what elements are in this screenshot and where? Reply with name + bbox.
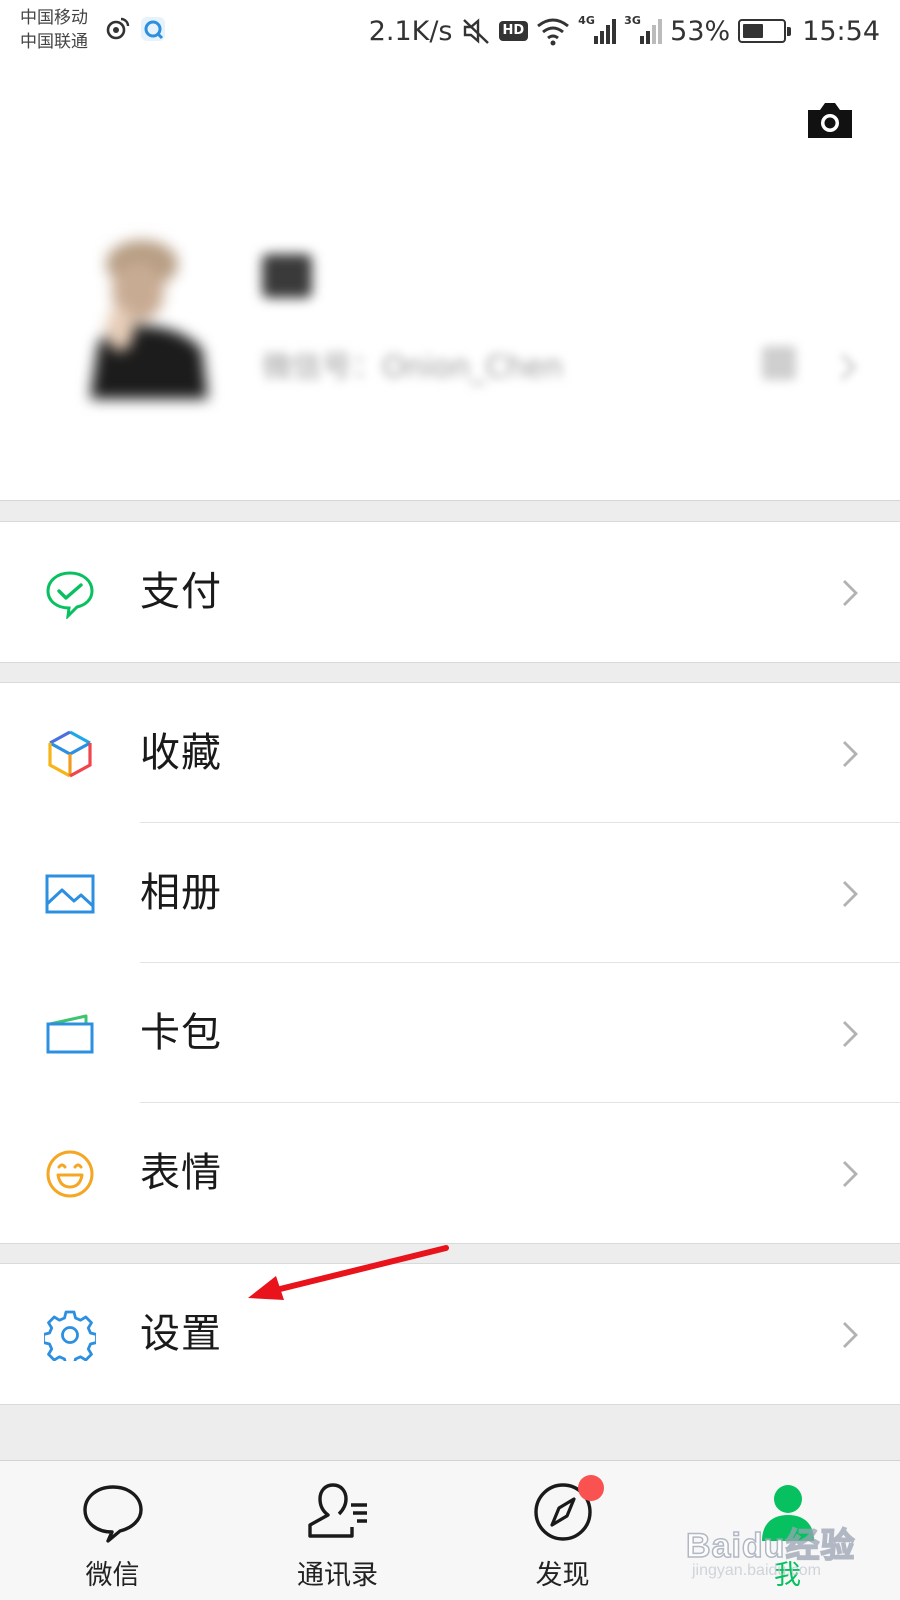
menu-group-pay: 支付 xyxy=(0,521,900,663)
chevron-right-icon xyxy=(843,1021,858,1047)
settings-label: 设置 xyxy=(140,1311,222,1357)
watermark-main: Baidu经验 xyxy=(685,1526,856,1566)
contacts-icon xyxy=(307,1483,367,1538)
qr-code-icon[interactable] xyxy=(762,346,796,380)
chevron-right-icon xyxy=(843,881,858,907)
mute-icon xyxy=(462,18,489,44)
chevron-right-icon xyxy=(843,741,858,767)
weibo-icon xyxy=(106,17,130,40)
annotation-arrow-icon xyxy=(248,1245,449,1300)
cards-label: 卡包 xyxy=(140,1010,222,1056)
album-icon xyxy=(45,874,95,914)
profile-chevron-icon xyxy=(840,353,857,381)
tab-contacts-label: 通讯录 xyxy=(297,1560,378,1591)
network-speed: 2.1K/s xyxy=(368,15,453,47)
chevron-right-icon xyxy=(843,580,858,606)
sticker-smiley-icon xyxy=(46,1150,94,1198)
menu-group-settings: 设置 xyxy=(0,1263,900,1405)
wifi-icon xyxy=(537,18,570,46)
discover-notification-dot xyxy=(578,1475,604,1501)
pay-icon xyxy=(46,571,94,619)
menu-item-pay[interactable]: 支付 xyxy=(0,522,900,662)
signal-4g: 4G xyxy=(578,14,617,46)
signal-4g-label: 4G xyxy=(578,14,595,27)
status-bar: 中国移动 中国联通 2.1K/s HD 4G 3G 53% 15:54 xyxy=(0,0,900,64)
profile-header[interactable]: 微信号：Onion_Chen xyxy=(0,64,900,501)
avatar[interactable] xyxy=(80,234,215,399)
tab-discover-label: 发现 xyxy=(535,1560,590,1591)
favorites-label: 收藏 xyxy=(140,730,222,776)
chevron-right-icon xyxy=(843,1161,858,1187)
browser-icon xyxy=(141,17,165,41)
wechat-id: 微信号：Onion_Chen xyxy=(262,350,563,385)
chat-bubble-icon xyxy=(82,1485,143,1543)
tab-contacts[interactable]: 通讯录 xyxy=(225,1461,450,1600)
baidu-watermark: Baidu经验 jingyan.baidu.com xyxy=(685,1518,886,1588)
menu-item-cards[interactable]: 卡包 xyxy=(0,963,900,1103)
tab-chats[interactable]: 微信 xyxy=(0,1461,225,1600)
carrier-info: 中国移动 中国联通 xyxy=(20,6,88,54)
clock: 15:54 xyxy=(802,15,880,47)
signal-3g-label: 3G xyxy=(624,14,641,27)
chevron-right-icon xyxy=(843,1322,858,1348)
menu-item-stickers[interactable]: 表情 xyxy=(0,1103,900,1243)
favorites-icon xyxy=(48,730,92,778)
watermark-sub: jingyan.baidu.com xyxy=(692,1562,821,1579)
menu-item-album[interactable]: 相册 xyxy=(0,823,900,963)
gear-icon xyxy=(44,1310,96,1361)
camera-icon[interactable] xyxy=(804,98,856,142)
menu-group-tools: 收藏 相册 卡包 表情 xyxy=(0,682,900,1244)
carrier-2: 中国联通 xyxy=(20,32,88,52)
album-label: 相册 xyxy=(140,870,222,916)
battery-icon xyxy=(738,19,792,43)
signal-3g: 3G xyxy=(624,14,663,46)
pay-label: 支付 xyxy=(140,569,222,615)
stickers-label: 表情 xyxy=(140,1150,222,1196)
hd-voice-badge: HD xyxy=(498,21,529,41)
tab-discover[interactable]: 发现 xyxy=(450,1461,675,1600)
cards-icon xyxy=(46,1014,94,1054)
battery-level xyxy=(743,24,764,38)
menu-item-settings[interactable]: 设置 xyxy=(0,1264,900,1404)
profile-name xyxy=(262,254,312,298)
tab-chats-label: 微信 xyxy=(85,1560,140,1591)
battery-percent: 53% xyxy=(670,15,731,47)
menu-item-favorites[interactable]: 收藏 xyxy=(0,683,900,823)
carrier-1: 中国移动 xyxy=(20,8,88,28)
